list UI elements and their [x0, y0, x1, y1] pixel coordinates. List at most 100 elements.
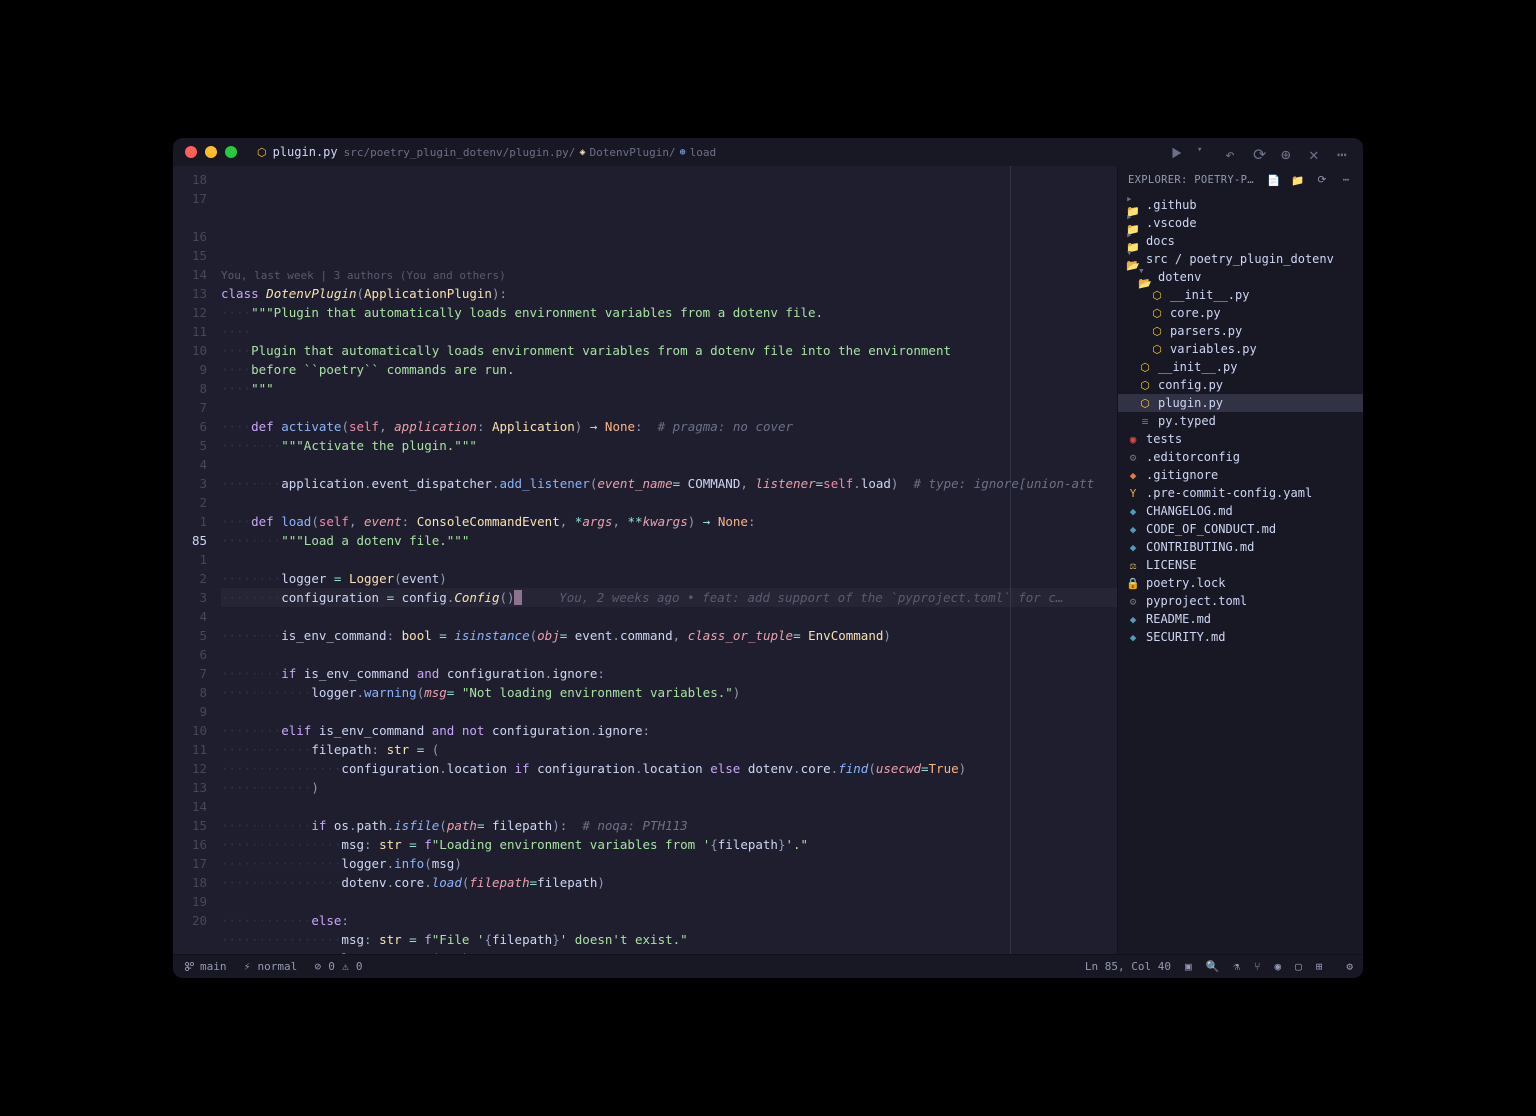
code-line[interactable]: ················msg: str = f"File '{file…	[221, 930, 1117, 949]
run-icon[interactable]	[1169, 145, 1183, 159]
breadcrumb[interactable]: src/poetry_plugin_dotenv/plugin.py/ ◈Dot…	[344, 146, 716, 159]
new-file-icon[interactable]: 📄	[1267, 173, 1281, 187]
tree-item-pyproject-toml[interactable]: ⚙pyproject.toml	[1118, 592, 1363, 610]
code-line[interactable]: class DotenvPlugin(ApplicationPlugin):	[221, 284, 1117, 303]
code-line[interactable]	[221, 797, 1117, 816]
more-icon[interactable]: ⋯	[1337, 145, 1351, 159]
maximize-button[interactable]	[225, 146, 237, 158]
code-line[interactable]: ················logger.error(msg)	[221, 949, 1117, 954]
vim-mode[interactable]: ⚡ normal	[241, 960, 298, 973]
search-icon[interactable]: 🔍	[1206, 960, 1220, 973]
code-line[interactable]	[221, 607, 1117, 626]
code-line[interactable]: ····before ``poetry`` commands are run.	[221, 360, 1117, 379]
close-button[interactable]	[185, 146, 197, 158]
more-icon[interactable]: ⋯	[1339, 173, 1353, 187]
code-line[interactable]: ············)	[221, 778, 1117, 797]
code-line[interactable]	[221, 455, 1117, 474]
code-line[interactable]: ········"""Activate the plugin."""	[221, 436, 1117, 455]
tree-item-README-md[interactable]: ◆README.md	[1118, 610, 1363, 628]
code-line[interactable]: ········application.event_dispatcher.add…	[221, 474, 1117, 493]
code-editor[interactable]: 1817161514131211109876543218512345678910…	[173, 166, 1117, 954]
panel-toggle-icon[interactable]: ▣	[1185, 960, 1192, 973]
refresh-icon[interactable]: ⟳	[1315, 173, 1329, 187]
code-line[interactable]: ················logger.info(msg)	[221, 854, 1117, 873]
code-line[interactable]: ········"""Load a dotenv file."""	[221, 531, 1117, 550]
tree-item--pre-commit-config-yaml[interactable]: Y.pre-commit-config.yaml	[1118, 484, 1363, 502]
code-line[interactable]: ················dotenv.core.load(filepat…	[221, 873, 1117, 892]
close-icon[interactable]: ✕	[1309, 145, 1323, 159]
new-folder-icon[interactable]: 📁	[1291, 173, 1305, 187]
tree-item--vscode[interactable]: ▸ 📁.vscode	[1118, 214, 1363, 232]
tree-item-variables-py[interactable]: ⬡variables.py	[1118, 340, 1363, 358]
branch-icon	[183, 960, 196, 973]
minimize-button[interactable]	[205, 146, 217, 158]
code-line[interactable]	[221, 227, 1117, 246]
editor-window: ⬡ plugin.py src/poetry_plugin_dotenv/plu…	[173, 138, 1363, 978]
tree-item--editorconfig[interactable]: ⚙.editorconfig	[1118, 448, 1363, 466]
code-line[interactable]: ············logger.warning(msg= "Not loa…	[221, 683, 1117, 702]
tree-item-CODE_OF_CONDUCT-md[interactable]: ◆CODE_OF_CONDUCT.md	[1118, 520, 1363, 538]
code-line[interactable]: You, last week | 3 authors (You and othe…	[221, 265, 1117, 284]
tree-item-__init__-py[interactable]: ⬡__init__.py	[1118, 286, 1363, 304]
tree-item-tests[interactable]: ◉tests	[1118, 430, 1363, 448]
chevron-down-icon[interactable]: ▾	[1197, 145, 1211, 159]
undo-icon[interactable]: ↶	[1225, 145, 1239, 159]
tree-item--gitignore[interactable]: ◆.gitignore	[1118, 466, 1363, 484]
code-line[interactable]	[221, 702, 1117, 721]
folder-icon[interactable]: ▢	[1295, 960, 1302, 973]
tree-item-CHANGELOG-md[interactable]: ◆CHANGELOG.md	[1118, 502, 1363, 520]
tree-item-SECURITY-md[interactable]: ◆SECURITY.md	[1118, 628, 1363, 646]
code-line[interactable]	[221, 892, 1117, 911]
beaker-icon[interactable]: ⚗	[1233, 960, 1240, 973]
problems[interactable]: ⊘0 ⚠0	[311, 960, 362, 973]
tree-item-core-py[interactable]: ⬡core.py	[1118, 304, 1363, 322]
tree-item-label: __init__.py	[1170, 288, 1249, 302]
tree-item-plugin-py[interactable]: ⬡plugin.py	[1118, 394, 1363, 412]
tree-item-py-typed[interactable]: ≡py.typed	[1118, 412, 1363, 430]
code-line[interactable]: ····	[221, 322, 1117, 341]
code-line[interactable]: ····def activate(self, application: Appl…	[221, 417, 1117, 436]
code-line[interactable]	[221, 493, 1117, 512]
code-line[interactable]: ····"""Plugin that automatically loads e…	[221, 303, 1117, 322]
code-line[interactable]: ········elif is_env_command and not conf…	[221, 721, 1117, 740]
cursor-position[interactable]: Ln 85, Col 40	[1085, 960, 1171, 973]
mode-label: normal	[258, 960, 298, 973]
code-line[interactable]	[221, 398, 1117, 417]
code-line[interactable]: ············if os.path.isfile(path= file…	[221, 816, 1117, 835]
code-line[interactable]	[221, 550, 1117, 569]
code-line[interactable]	[221, 645, 1117, 664]
code-line[interactable]: ····Plugin that automatically loads envi…	[221, 341, 1117, 360]
code-line[interactable]: ········if is_env_command and configurat…	[221, 664, 1117, 683]
settings-icon[interactable]: ⚙	[1346, 960, 1353, 973]
code-line[interactable]	[221, 246, 1117, 265]
extensions-icon[interactable]: ⊞	[1316, 960, 1323, 973]
refresh-icon[interactable]: ⟳	[1253, 145, 1267, 159]
code-line[interactable]: ········configuration = config.Config() …	[221, 588, 1117, 607]
tree-item-dotenv[interactable]: ▾ 📂dotenv	[1118, 268, 1363, 286]
code-line[interactable]: ············filepath: str = (	[221, 740, 1117, 759]
git-branch[interactable]: main	[183, 960, 227, 973]
tree-item-config-py[interactable]: ⬡config.py	[1118, 376, 1363, 394]
tree-item-parsers-py[interactable]: ⬡parsers.py	[1118, 322, 1363, 340]
tree-item--github[interactable]: ▸ 📁.github	[1118, 196, 1363, 214]
tree-item-src---poetry_plugin_dotenv[interactable]: ▾ 📂src / poetry_plugin_dotenv	[1118, 250, 1363, 268]
code-area[interactable]: You, last week | 3 authors (You and othe…	[221, 166, 1117, 954]
code-line[interactable]: ············else:	[221, 911, 1117, 930]
code-line[interactable]: ····"""	[221, 379, 1117, 398]
diff-icon[interactable]: ⊕	[1281, 145, 1295, 159]
code-line[interactable]: ········is_env_command: bool = isinstanc…	[221, 626, 1117, 645]
github-icon[interactable]: ◉	[1275, 960, 1282, 973]
source-control-icon[interactable]: ⑂	[1254, 960, 1261, 973]
file-tree[interactable]: ▸ 📁.github▸ 📁.vscode▸ 📁docs▾ 📂src / poet…	[1118, 194, 1363, 954]
tree-item-poetry-lock[interactable]: 🔒poetry.lock	[1118, 574, 1363, 592]
tree-item-LICENSE[interactable]: ⚖LICENSE	[1118, 556, 1363, 574]
tree-item-CONTRIBUTING-md[interactable]: ◆CONTRIBUTING.md	[1118, 538, 1363, 556]
code-line[interactable]: ····def load(self, event: ConsoleCommand…	[221, 512, 1117, 531]
code-line[interactable]: ········logger = Logger(event)	[221, 569, 1117, 588]
code-line[interactable]: ················configuration.location i…	[221, 759, 1117, 778]
tree-item-docs[interactable]: ▸ 📁docs	[1118, 232, 1363, 250]
py-icon: ⬡	[1138, 397, 1152, 410]
tree-item-__init__-py[interactable]: ⬡__init__.py	[1118, 358, 1363, 376]
active-tab[interactable]: ⬡ plugin.py src/poetry_plugin_dotenv/plu…	[257, 145, 716, 159]
code-line[interactable]: ················msg: str = f"Loading env…	[221, 835, 1117, 854]
